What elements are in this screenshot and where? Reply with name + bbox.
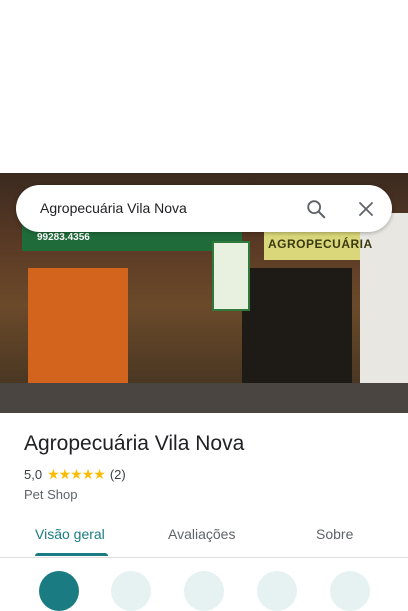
active-tab-indicator bbox=[35, 553, 108, 556]
close-icon[interactable] bbox=[352, 195, 380, 223]
search-bar[interactable]: Agropecuária Vila Nova bbox=[16, 185, 392, 232]
tab-reviews[interactable]: Avaliações bbox=[168, 526, 235, 542]
share-button[interactable] bbox=[330, 571, 370, 611]
search-icon[interactable] bbox=[302, 195, 330, 223]
nearby-button[interactable] bbox=[184, 571, 224, 611]
rating-value: 5,0 bbox=[24, 467, 43, 482]
review-count[interactable]: (2) bbox=[110, 467, 126, 482]
rating-stars: ★★★★★ bbox=[47, 466, 106, 482]
action-buttons bbox=[0, 571, 408, 611]
rating-row[interactable]: 5,0 ★★★★★ (2) bbox=[24, 466, 126, 483]
place-tabs: Visão geral Avaliações Sobre bbox=[0, 515, 408, 558]
storefront-ground bbox=[0, 383, 408, 413]
search-query-text[interactable]: Agropecuária Vila Nova bbox=[40, 200, 187, 216]
storefront-banner bbox=[212, 241, 250, 311]
place-title: Agropecuária Vila Nova bbox=[24, 432, 245, 455]
save-button[interactable] bbox=[111, 571, 151, 611]
send-to-phone-button[interactable] bbox=[257, 571, 297, 611]
directions-button[interactable] bbox=[39, 571, 79, 611]
tab-about[interactable]: Sobre bbox=[316, 526, 353, 542]
place-category[interactable]: Pet Shop bbox=[24, 487, 78, 502]
sign-store-text: AGROPECUÁRIA bbox=[268, 237, 373, 251]
sign-phone-text: 99283.4356 bbox=[37, 232, 90, 243]
tab-overview[interactable]: Visão geral bbox=[35, 526, 105, 542]
